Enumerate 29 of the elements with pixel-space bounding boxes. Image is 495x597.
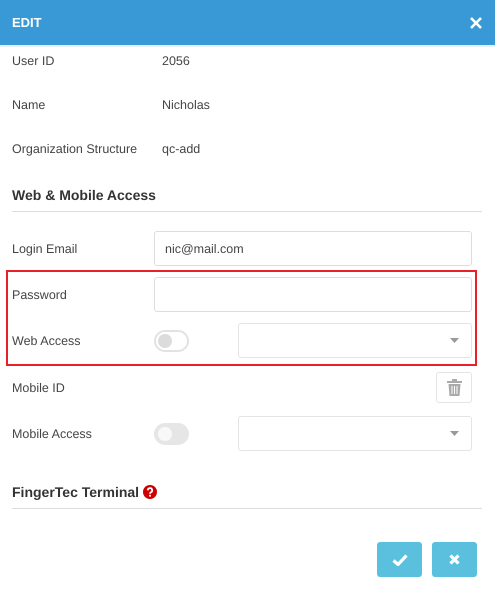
field-value: qc-add: [162, 142, 200, 158]
field-value: Nicholas: [162, 98, 210, 114]
field-label: Web Access: [12, 334, 82, 348]
field-label: Mobile ID: [12, 380, 66, 394]
help-icon[interactable]: [143, 485, 158, 499]
email-field[interactable]: nic@mail.com: [154, 231, 472, 266]
field-label: User ID: [12, 54, 56, 70]
close-icon: [469, 16, 483, 30]
field-label: Mobile Access: [12, 426, 93, 440]
trash-icon: [446, 379, 462, 396]
section-heading: FingerTec Terminal: [12, 484, 140, 500]
cancel-button[interactable]: [432, 542, 477, 577]
field-label: Name: [12, 98, 46, 114]
close-button[interactable]: [469, 16, 483, 30]
section-heading: Web & Mobile Access: [12, 187, 156, 203]
dialog-title: EDIT: [12, 15, 42, 30]
toggle-switch[interactable]: [154, 330, 189, 352]
check-icon: [392, 554, 408, 566]
caret-icon: [450, 431, 459, 436]
field-label: Login Email: [12, 242, 78, 256]
field-label: Password: [12, 288, 68, 302]
close-icon: [449, 554, 460, 565]
dropdown-field[interactable]: [238, 323, 472, 358]
caret-icon: [450, 338, 459, 343]
field-label: Organization Structure: [12, 142, 138, 158]
save-button[interactable]: [377, 542, 422, 577]
password-field[interactable]: [154, 277, 472, 312]
delete-button[interactable]: [436, 372, 472, 403]
field-value: 2056: [162, 54, 190, 70]
